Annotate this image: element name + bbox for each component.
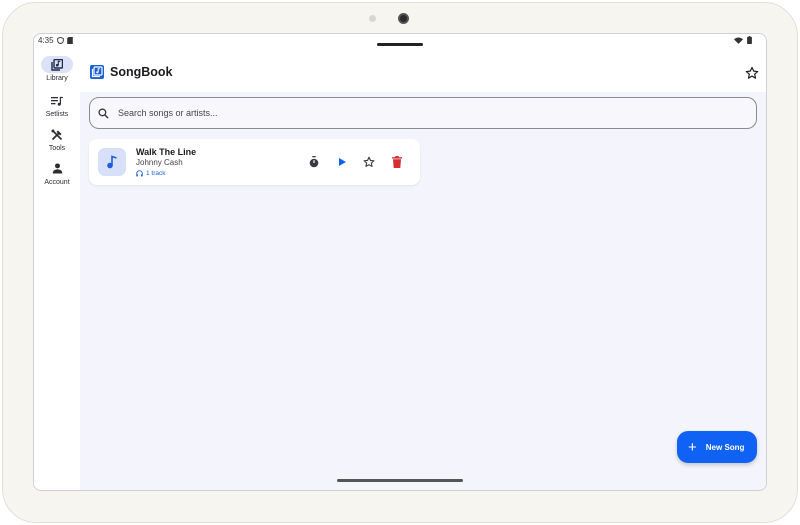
music-note-icon: [107, 155, 117, 169]
timer-button[interactable]: [307, 155, 321, 169]
play-icon: [339, 158, 346, 166]
favorite-song-button[interactable]: [362, 155, 376, 169]
headphones-icon: [136, 170, 143, 177]
timer-icon: [309, 156, 319, 168]
search-icon: [98, 108, 109, 119]
favorites-button[interactable]: [745, 66, 759, 80]
new-song-button[interactable]: + New Song: [677, 431, 757, 463]
screen: 4:35 Library Setlists Tools Account Song…: [33, 33, 767, 491]
plus-icon: +: [688, 438, 697, 456]
rail-item-library[interactable]: Library: [34, 56, 80, 82]
gesture-navigation-bar[interactable]: [337, 479, 463, 482]
delete-icon: [392, 156, 402, 168]
navigation-rail: Library Setlists Tools Account: [34, 48, 80, 490]
account-pill: [41, 160, 73, 177]
song-track-count: 1 track: [136, 170, 166, 177]
rail-item-tools[interactable]: Tools: [34, 126, 80, 152]
sensor-dot: [369, 15, 376, 22]
rail-item-account[interactable]: Account: [34, 160, 80, 186]
delete-button[interactable]: [390, 155, 404, 169]
wifi-icon: [734, 37, 743, 44]
app-title: SongBook: [110, 65, 173, 79]
person-icon: [52, 163, 62, 174]
library-music-icon: [51, 58, 63, 71]
shield-icon: [56, 37, 64, 44]
tools-icon: [51, 129, 63, 140]
star-outline-icon: [745, 66, 759, 79]
new-song-label: New Song: [705, 442, 745, 452]
main-content: SongBook Walk The Line Johnny: [80, 48, 766, 490]
status-bar: 4:35: [34, 34, 766, 48]
search-bar[interactable]: [89, 97, 757, 129]
rail-item-setlists[interactable]: Setlists: [34, 92, 80, 118]
rail-label-library: Library: [46, 75, 68, 82]
camera-notch-bar: [377, 43, 423, 46]
star-outline-icon: [363, 156, 375, 167]
song-title: Walk The Line: [136, 147, 197, 157]
rail-label-setlists: Setlists: [45, 111, 69, 118]
song-thumbnail: [98, 148, 126, 176]
song-artist: Johnny Cash: [136, 158, 183, 167]
search-input[interactable]: [118, 98, 738, 128]
battery-icon: [747, 36, 752, 44]
track-count-label: 1 track: [146, 170, 166, 177]
queue-music-icon: [51, 96, 63, 106]
rail-label-tools: Tools: [48, 145, 66, 152]
play-button[interactable]: [335, 155, 349, 169]
rail-label-account: Account: [44, 179, 70, 186]
status-time: 4:35: [38, 36, 54, 45]
setlists-pill: [41, 92, 73, 109]
sd-card-icon: [66, 37, 73, 44]
app-logo-icon: [90, 65, 104, 79]
library-pill: [41, 56, 73, 73]
top-app-bar: SongBook: [80, 48, 766, 92]
tools-pill: [41, 126, 73, 143]
camera-lens: [398, 13, 409, 24]
song-card[interactable]: Walk The Line Johnny Cash 1 track: [89, 139, 420, 185]
